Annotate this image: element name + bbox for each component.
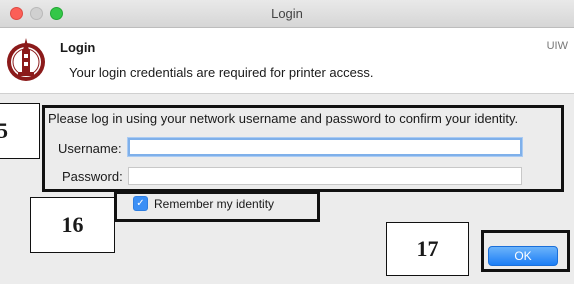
annotation-box-credentials <box>42 105 564 192</box>
university-seal-icon <box>7 38 45 81</box>
title-bar: Login <box>0 0 574 28</box>
dialog-title: Login <box>60 40 96 55</box>
annotation-box-ok <box>481 230 570 272</box>
annotation-callout-credentials: 5 <box>0 103 40 159</box>
dialog-subtitle: Your login credentials are required for … <box>69 65 374 80</box>
annotation-box-remember <box>114 191 320 222</box>
annotation-callout-ok: 17 <box>386 222 469 276</box>
dialog-header: Login Your login credentials are require… <box>0 28 574 94</box>
organization-label: UIW <box>546 40 568 52</box>
window-title: Login <box>271 6 303 21</box>
annotation-callout-remember: 16 <box>30 197 115 253</box>
